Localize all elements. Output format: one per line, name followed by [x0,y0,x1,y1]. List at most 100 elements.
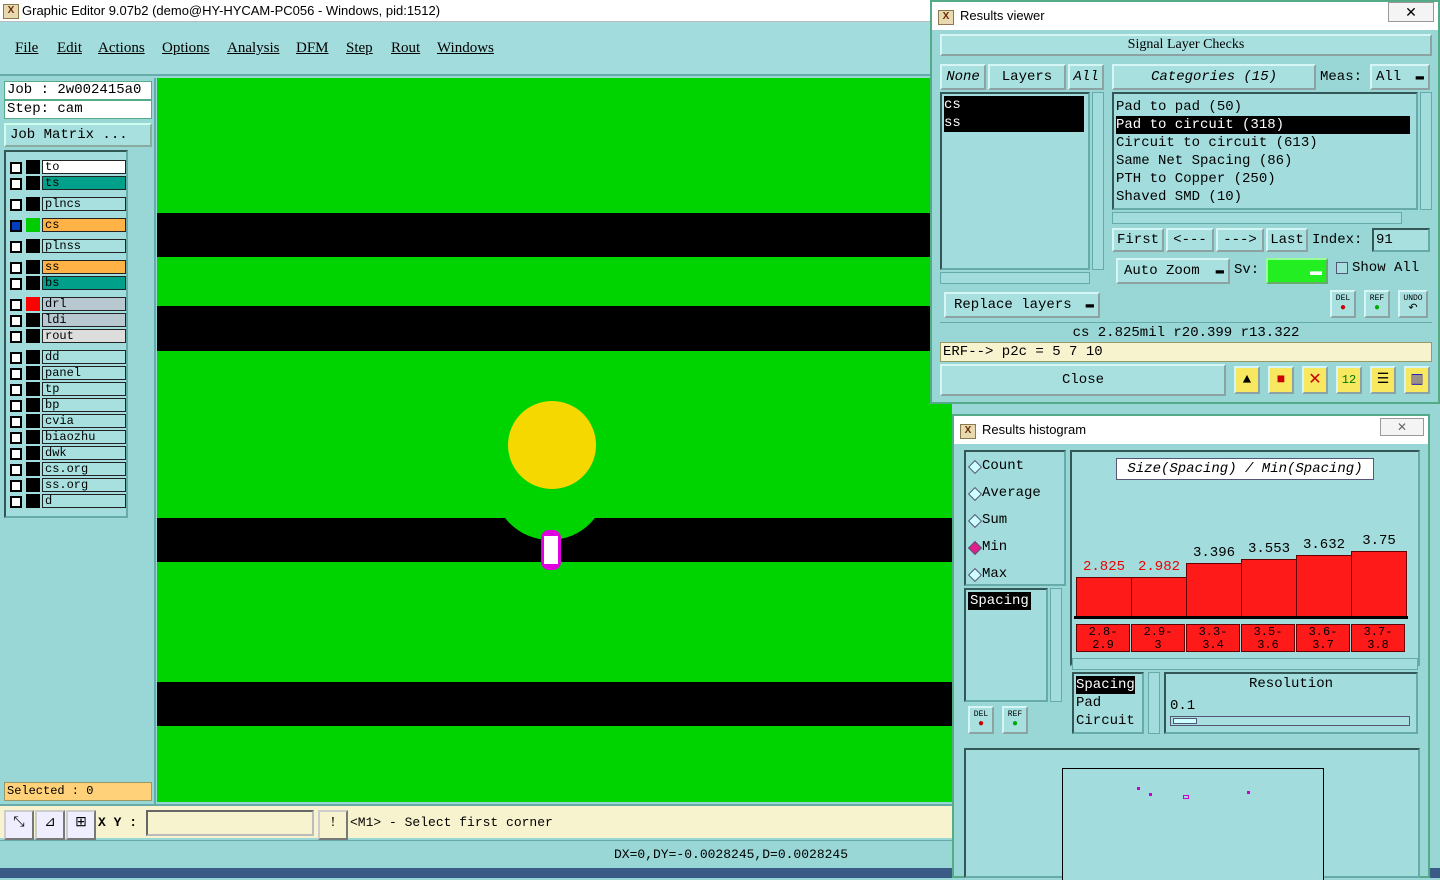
layer-color-swatch[interactable] [26,276,40,290]
notes-icon[interactable]: ☰ [1370,366,1396,394]
chart-hscrollbar[interactable] [1072,658,1418,670]
no-filter-icon[interactable]: ✕ [1302,366,1328,394]
layer-color-swatch[interactable] [26,494,40,508]
layer-color-swatch[interactable] [26,462,40,476]
measure-icon[interactable]: ⊿ [35,810,65,840]
layer-name[interactable]: dwk [42,446,126,460]
layer-row-drl[interactable]: drl [8,297,126,311]
category-item[interactable]: Shaved SMD (10) [1116,188,1242,206]
histogram-icon[interactable]: ▥ [1404,366,1430,394]
layer-row-bp[interactable]: bp [8,398,126,412]
all-button[interactable]: All [1068,64,1104,90]
layer-name[interactable]: cvia [42,414,126,428]
hist-ref-icon[interactable]: REF ● [1002,706,1028,734]
categories-scrollbar[interactable] [1420,92,1432,210]
layer-name[interactable]: bs [42,276,126,290]
layer-row-ldi[interactable]: ldi [8,313,126,327]
histogram-bin-range[interactable]: 2.9- 3 [1131,624,1185,652]
layer-color-swatch[interactable] [26,197,40,211]
graphic-canvas[interactable] [157,78,952,802]
layer-row-to[interactable]: to [8,160,126,174]
histogram-bin-range[interactable]: 3.5- 3.6 [1241,624,1295,652]
layer-row-ts[interactable]: ts [8,176,126,190]
close-icon[interactable]: ✕ [1388,2,1434,22]
prev-button[interactable]: <--- [1166,228,1214,252]
mode-max-radio[interactable]: Max [967,566,1007,583]
categories-hscrollbar[interactable] [1112,212,1402,224]
menu-dfm[interactable]: DFM [296,40,329,57]
hist-del-icon[interactable]: DEL ● [968,706,994,734]
index-input[interactable] [1372,228,1430,252]
layer-color-swatch[interactable] [26,382,40,396]
close-icon[interactable]: ✕ [1380,418,1424,436]
layer-row-rout[interactable]: rout [8,329,126,343]
undo-icon[interactable]: UNDO ↶ [1398,290,1428,318]
histogram-bin-range[interactable]: 3.3- 3.4 [1186,624,1240,652]
layer-checkbox[interactable] [10,368,22,380]
layer-color-swatch[interactable] [26,260,40,274]
next-button[interactable]: ---> [1216,228,1264,252]
resolution-slider-thumb[interactable] [1173,718,1197,724]
layer-checkbox[interactable] [10,278,22,290]
highlight-icon[interactable]: ▲ [1234,366,1260,394]
histogram-bar[interactable] [1186,563,1242,618]
report-icon[interactable]: ■ [1268,366,1294,394]
menu-windows[interactable]: Windows [437,40,494,57]
layer-row-cs[interactable]: cs [8,218,126,232]
layer-checkbox[interactable] [10,315,22,327]
layer-checkbox[interactable] [10,384,22,396]
histogram-bar[interactable] [1296,555,1352,618]
none-button[interactable]: None [940,64,986,90]
layer-name[interactable]: plncs [42,197,126,211]
layer-color-swatch[interactable] [26,446,40,460]
category-item-selected[interactable]: Pad to circuit (318) [1116,116,1410,134]
layer-name[interactable]: to [42,160,126,174]
layer-row-dd[interactable]: dd [8,350,126,364]
mode-count-radio[interactable]: Count [967,458,1024,475]
layer-name[interactable]: ss [42,260,126,274]
layers-button[interactable]: Layers [988,64,1066,90]
layer-name[interactable]: cs.org [42,462,126,476]
layer-checkbox[interactable] [10,496,22,508]
layer-name[interactable]: rout [42,329,126,343]
menu-rout[interactable]: Rout [391,40,420,57]
layer-checkbox[interactable] [10,162,22,174]
auto-zoom-dropdown[interactable]: Auto Zoom ▬ [1116,258,1230,284]
menu-options[interactable]: Options [162,40,210,57]
histogram-bar[interactable] [1241,559,1297,618]
categories-button[interactable]: Categories (15) [1112,64,1316,90]
layer-name[interactable]: panel [42,366,126,380]
layer-color-swatch[interactable] [26,239,40,253]
layer-checkbox[interactable] [10,220,22,232]
menu-analysis[interactable]: Analysis [227,40,280,57]
layer-color-swatch[interactable] [26,478,40,492]
layer-color-swatch[interactable] [26,414,40,428]
layer-name[interactable]: d [42,494,126,508]
layer-row-dwk[interactable]: dwk [8,446,126,460]
replace-layers-dropdown[interactable]: Replace layers ▬ [944,292,1100,318]
layer-color-swatch[interactable] [26,430,40,444]
layer-item[interactable]: ss [944,114,1084,132]
mode-average-radio[interactable]: Average [967,485,1041,502]
layer-name[interactable]: cs [42,218,126,232]
layers-scrollbar[interactable] [1092,92,1104,270]
mode-sum-radio[interactable]: Sum [967,512,1007,529]
histogram-bin-range[interactable]: 3.7- 3.8 [1351,624,1405,652]
layers-hscrollbar[interactable] [940,272,1090,284]
alert-icon[interactable]: ! [318,810,348,840]
layer-checkbox[interactable] [10,448,22,460]
histogram-bin-range[interactable]: 3.6- 3.7 [1296,624,1350,652]
layer-row-cvia[interactable]: cvia [8,414,126,428]
menu-actions[interactable]: Actions [98,40,145,57]
zoom-fit-icon[interactable]: ⤡ [4,810,34,840]
xy-input[interactable] [146,810,314,836]
meas-dropdown[interactable]: All ▬ [1370,64,1430,90]
histogram-bin-range[interactable]: 2.8- 2.9 [1076,624,1130,652]
layer-item[interactable]: cs [944,96,1084,114]
layer-row-cs-org[interactable]: cs.org [8,462,126,476]
layer-row-ss[interactable]: ss [8,260,126,274]
sv-dropdown[interactable]: ▬ [1266,258,1328,284]
layer-checkbox[interactable] [10,464,22,476]
category-item[interactable]: Same Net Spacing (86) [1116,152,1292,170]
layer-checkbox[interactable] [10,416,22,428]
